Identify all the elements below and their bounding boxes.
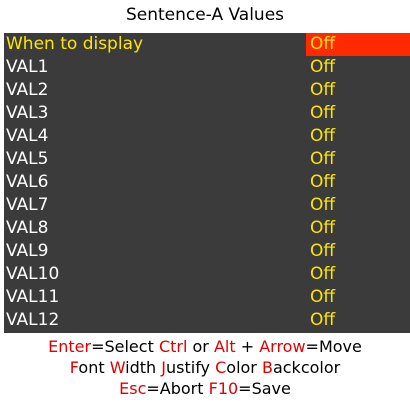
shortcut-key: Alt — [213, 337, 236, 356]
list-item-when-to-display[interactable]: When to display Off — [4, 33, 410, 56]
list-item[interactable]: VAL6 Off — [4, 171, 410, 194]
item-label: VAL6 — [6, 172, 49, 192]
shortcut-text: or — [187, 337, 214, 356]
list-item[interactable]: VAL8 Off — [4, 217, 410, 240]
item-label: VAL10 — [6, 264, 60, 284]
list-item[interactable]: VAL10 Off — [4, 263, 410, 286]
item-value[interactable]: Off — [306, 240, 410, 263]
list-item[interactable]: VAL4 Off — [4, 125, 410, 148]
shortcut-key: Esc — [119, 379, 147, 398]
shortcut-key: W — [109, 358, 126, 377]
list-item[interactable]: VAL5 Off — [4, 148, 410, 171]
item-label: VAL12 — [6, 310, 60, 330]
item-label: When to display — [6, 34, 144, 54]
item-label: VAL11 — [6, 287, 60, 307]
shortcut-text: ackcolor — [272, 358, 341, 377]
list-item[interactable]: VAL12 Off — [4, 309, 410, 332]
item-value[interactable]: Off — [306, 125, 410, 148]
item-value[interactable]: Off — [306, 286, 410, 309]
item-label: VAL1 — [6, 57, 49, 77]
item-value[interactable]: Off — [306, 194, 410, 217]
item-label: VAL5 — [6, 149, 49, 169]
item-label: VAL8 — [6, 218, 49, 238]
list-item[interactable]: VAL2 Off — [4, 79, 410, 102]
shortcut-key: B — [261, 358, 273, 377]
help-line-navigation: Enter=Select Ctrl or Alt + Arrow=Move — [0, 336, 410, 357]
list-item[interactable]: VAL1 Off — [4, 56, 410, 79]
item-value[interactable]: Off — [306, 79, 410, 102]
list-item[interactable]: VAL7 Off — [4, 194, 410, 217]
item-value[interactable]: Off — [306, 217, 410, 240]
shortcut-key: Arrow — [259, 337, 306, 356]
shortcut-text: =Select — [91, 337, 159, 356]
item-value[interactable]: Off — [306, 309, 410, 332]
item-label: VAL7 — [6, 195, 49, 215]
shortcut-text: olor — [226, 358, 262, 377]
item-value[interactable]: Off — [306, 148, 410, 171]
item-value[interactable]: Off — [306, 102, 410, 125]
item-label: VAL3 — [6, 103, 49, 123]
shortcut-text: ont — [78, 358, 110, 377]
item-value[interactable]: Off — [306, 263, 410, 286]
shortcut-text: =Abort — [146, 379, 209, 398]
list-item[interactable]: VAL11 Off — [4, 286, 410, 309]
shortcut-text: =Move — [305, 337, 362, 356]
values-list: When to display Off VAL1 Off VAL2 Off VAL3 Off V… — [4, 33, 410, 333]
help-line-save-abort: Esc=Abort F10=Save — [0, 378, 410, 399]
shortcut-text: =Save — [238, 379, 291, 398]
item-value[interactable]: Off — [306, 33, 410, 56]
shortcut-key: Ctrl — [158, 337, 188, 356]
list-item[interactable]: VAL9 Off — [4, 240, 410, 263]
list-item[interactable]: VAL3 Off — [4, 102, 410, 125]
item-value[interactable]: Off — [306, 171, 410, 194]
item-label: VAL9 — [6, 241, 49, 261]
help-line-formatting: Font Width Justify Color Backcolor — [0, 357, 410, 378]
shortcut-key: F10 — [208, 379, 239, 398]
sentence-values-panel: Sentence-A Values When to display Off VAL1… — [0, 0, 410, 404]
shortcut-text: ustify — [166, 358, 216, 377]
item-label: VAL2 — [6, 80, 49, 100]
keyboard-help: Enter=Select Ctrl or Alt + Arrow=Move Fo… — [0, 336, 410, 404]
panel-title: Sentence-A Values — [0, 0, 410, 31]
shortcut-text: + — [235, 337, 260, 356]
shortcut-key: C — [215, 358, 227, 377]
shortcut-text: idth — [125, 358, 162, 377]
item-label: VAL4 — [6, 126, 49, 146]
shortcut-key: Enter — [48, 337, 92, 356]
item-value[interactable]: Off — [306, 56, 410, 79]
